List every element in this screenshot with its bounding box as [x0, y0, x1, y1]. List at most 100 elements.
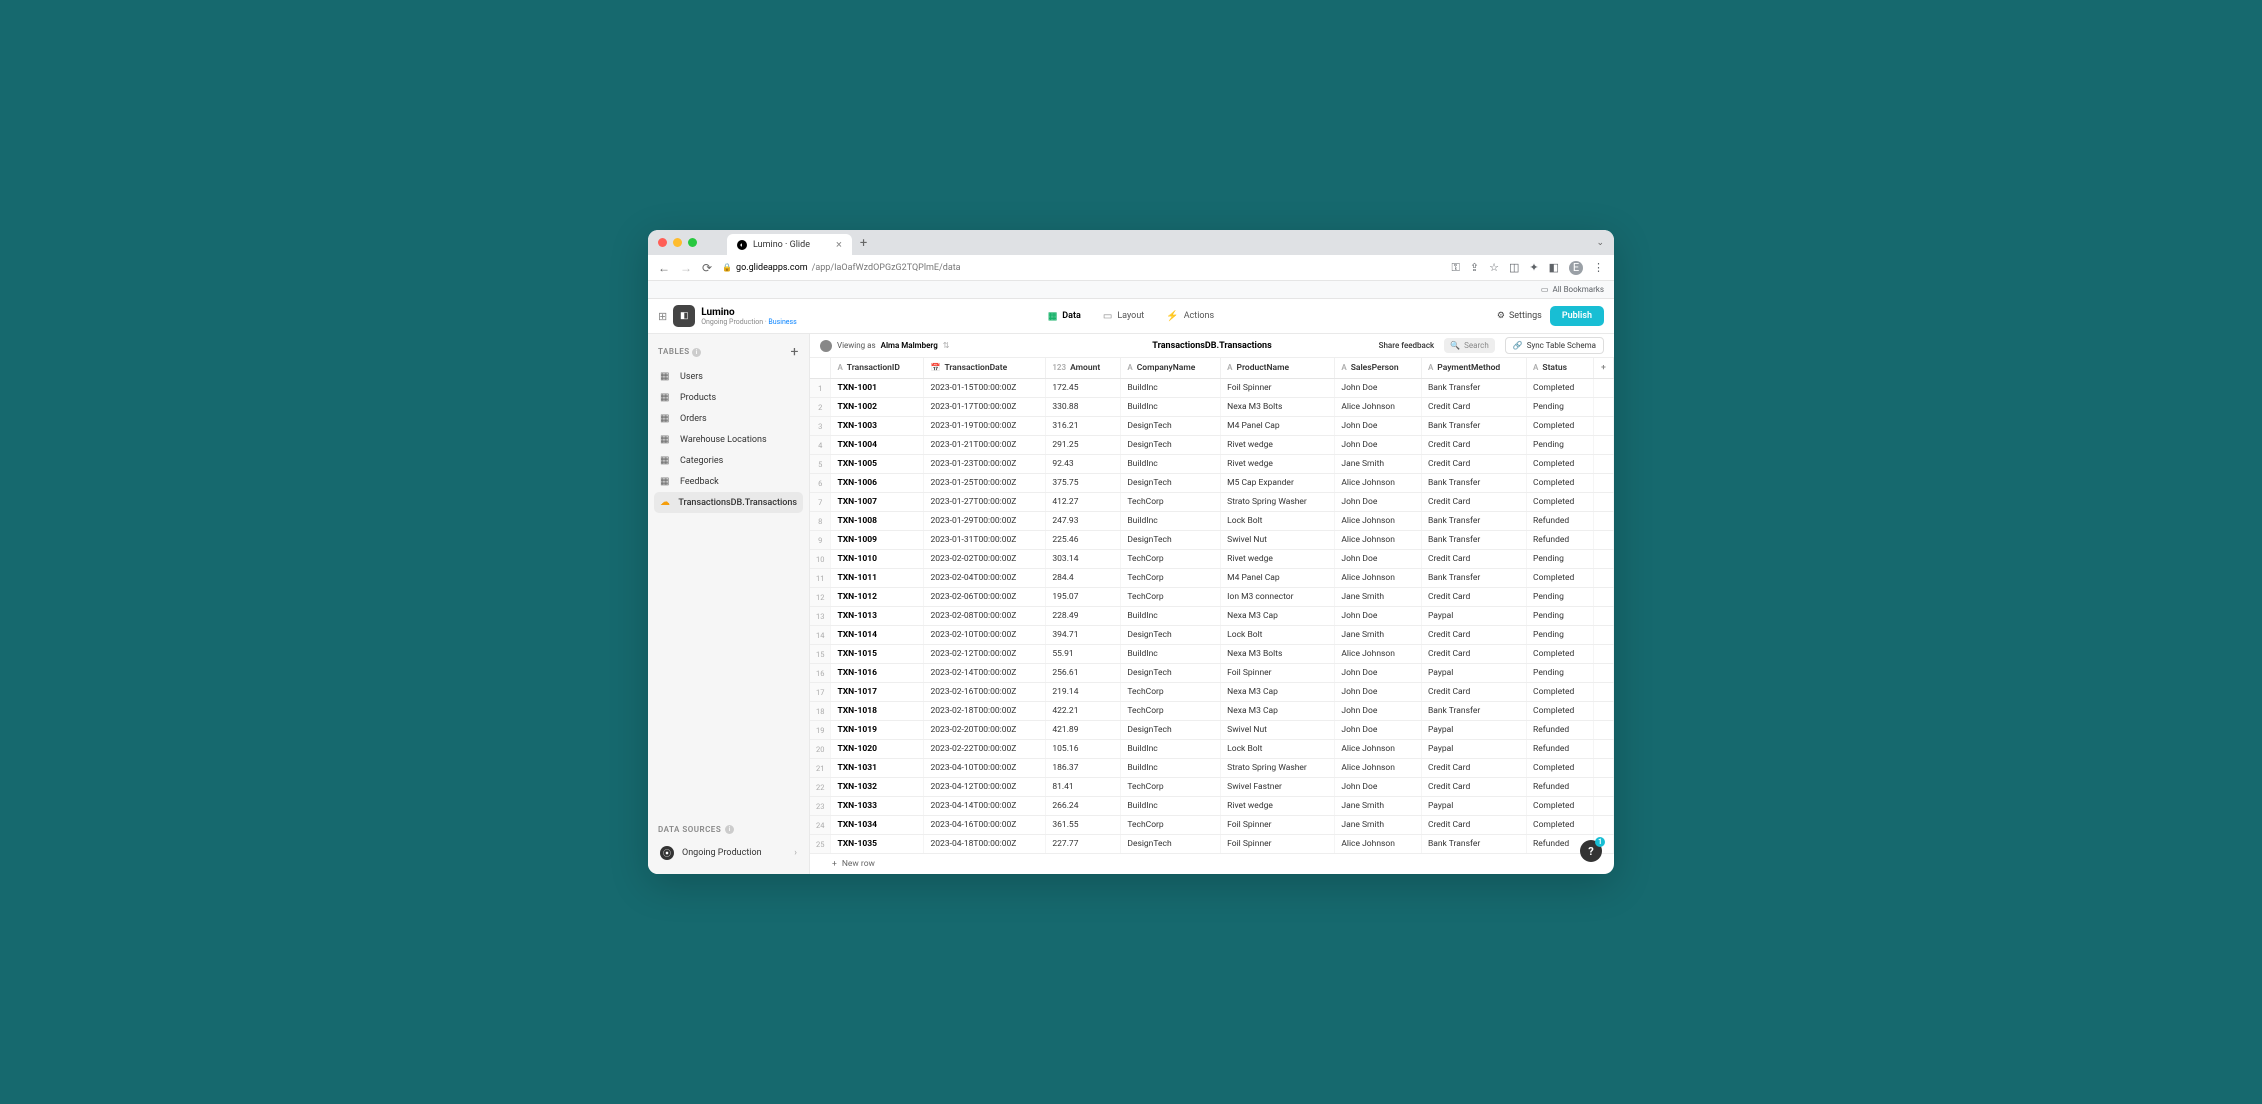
- info-icon[interactable]: i: [692, 348, 701, 357]
- cell[interactable]: BuildInc: [1121, 455, 1221, 474]
- profile-avatar[interactable]: E: [1569, 261, 1583, 275]
- cell[interactable]: 361.55: [1046, 816, 1121, 835]
- cell[interactable]: 186.37: [1046, 759, 1121, 778]
- cell[interactable]: Foil Spinner: [1221, 816, 1335, 835]
- cell[interactable]: Completed: [1527, 702, 1594, 721]
- cell[interactable]: Rivet wedge: [1221, 797, 1335, 816]
- cell[interactable]: 2023-02-10T00:00:00Z: [924, 626, 1046, 645]
- back-button[interactable]: ←: [658, 261, 670, 275]
- cell[interactable]: Pending: [1527, 436, 1594, 455]
- cell[interactable]: 2023-04-18T00:00:00Z: [924, 835, 1046, 854]
- tab-actions[interactable]: ⚡Actions: [1156, 306, 1224, 327]
- cell[interactable]: Nexa M3 Cap: [1221, 702, 1335, 721]
- cell[interactable]: 421.89: [1046, 721, 1121, 740]
- cell[interactable]: TXN-1018: [831, 702, 924, 721]
- cell[interactable]: John Doe: [1335, 664, 1422, 683]
- cell[interactable]: Rivet wedge: [1221, 550, 1335, 569]
- sidebar-item[interactable]: ▦Warehouse Locations: [654, 429, 803, 450]
- cell[interactable]: BuildInc: [1121, 740, 1221, 759]
- cell[interactable]: 2023-04-14T00:00:00Z: [924, 797, 1046, 816]
- cell[interactable]: 2023-01-31T00:00:00Z: [924, 531, 1046, 550]
- cell[interactable]: Swivel Fastner: [1221, 778, 1335, 797]
- cell[interactable]: Jane Smith: [1335, 455, 1422, 474]
- cell[interactable]: Pending: [1527, 398, 1594, 417]
- cell[interactable]: Paypal: [1421, 740, 1526, 759]
- cell[interactable]: DesignTech: [1121, 417, 1221, 436]
- bookmark-icon[interactable]: ☆: [1489, 261, 1499, 274]
- add-column-button[interactable]: +: [1594, 358, 1614, 379]
- cell[interactable]: 2023-01-19T00:00:00Z: [924, 417, 1046, 436]
- cell[interactable]: 291.25: [1046, 436, 1121, 455]
- table-row[interactable]: 8TXN-10082023-01-29T00:00:00Z247.93Build…: [810, 512, 1614, 531]
- cell[interactable]: 2023-02-12T00:00:00Z: [924, 645, 1046, 664]
- cell[interactable]: 2023-04-10T00:00:00Z: [924, 759, 1046, 778]
- cell[interactable]: DesignTech: [1121, 436, 1221, 455]
- cell[interactable]: TechCorp: [1121, 569, 1221, 588]
- cell[interactable]: DesignTech: [1121, 474, 1221, 493]
- cell[interactable]: Nexa M3 Bolts: [1221, 398, 1335, 417]
- data-source-item[interactable]: ⦿ Ongoing Production ›: [654, 840, 803, 866]
- cell[interactable]: TXN-1002: [831, 398, 924, 417]
- cell[interactable]: Pending: [1527, 550, 1594, 569]
- cell[interactable]: Strato Spring Washer: [1221, 759, 1335, 778]
- cell[interactable]: John Doe: [1335, 550, 1422, 569]
- share-feedback-link[interactable]: Share feedback: [1379, 341, 1435, 350]
- cell[interactable]: John Doe: [1335, 493, 1422, 512]
- tab-data[interactable]: ▦Data: [1038, 306, 1091, 327]
- sidebar-item[interactable]: ▦Users: [654, 366, 803, 387]
- table-row[interactable]: 5TXN-10052023-01-23T00:00:00Z92.43BuildI…: [810, 455, 1614, 474]
- cell[interactable]: TXN-1011: [831, 569, 924, 588]
- cell[interactable]: Bank Transfer: [1421, 379, 1526, 398]
- cell[interactable]: Completed: [1527, 417, 1594, 436]
- cell[interactable]: DesignTech: [1121, 664, 1221, 683]
- share-icon[interactable]: ⇪: [1470, 261, 1479, 274]
- cell[interactable]: 2023-02-16T00:00:00Z: [924, 683, 1046, 702]
- cell[interactable]: Alice Johnson: [1335, 531, 1422, 550]
- cell[interactable]: Refunded: [1527, 721, 1594, 740]
- tab-layout[interactable]: ▭Layout: [1093, 306, 1154, 327]
- cell[interactable]: BuildInc: [1121, 607, 1221, 626]
- cell[interactable]: Jane Smith: [1335, 797, 1422, 816]
- cell[interactable]: 195.07: [1046, 588, 1121, 607]
- cell[interactable]: TXN-1008: [831, 512, 924, 531]
- cell[interactable]: 219.14: [1046, 683, 1121, 702]
- cell[interactable]: Bank Transfer: [1421, 531, 1526, 550]
- cell[interactable]: Paypal: [1421, 721, 1526, 740]
- cell[interactable]: TXN-1013: [831, 607, 924, 626]
- cell[interactable]: Paypal: [1421, 797, 1526, 816]
- reload-button[interactable]: ⟳: [702, 261, 712, 275]
- info-icon[interactable]: i: [725, 825, 734, 834]
- all-bookmarks-button[interactable]: ▭ All Bookmarks: [1541, 285, 1604, 294]
- cell[interactable]: 2023-02-06T00:00:00Z: [924, 588, 1046, 607]
- cell[interactable]: 2023-04-16T00:00:00Z: [924, 816, 1046, 835]
- column-header[interactable]: AStatus: [1527, 358, 1594, 379]
- table-row[interactable]: 15TXN-10152023-02-12T00:00:00Z55.91Build…: [810, 645, 1614, 664]
- cell[interactable]: Paypal: [1421, 664, 1526, 683]
- maximize-window-icon[interactable]: [688, 238, 697, 247]
- cell[interactable]: 303.14: [1046, 550, 1121, 569]
- table-row[interactable]: 4TXN-10042023-01-21T00:00:00Z291.25Desig…: [810, 436, 1614, 455]
- cell[interactable]: Bank Transfer: [1421, 474, 1526, 493]
- cell[interactable]: 2023-01-23T00:00:00Z: [924, 455, 1046, 474]
- cell[interactable]: John Doe: [1335, 778, 1422, 797]
- cell[interactable]: TXN-1020: [831, 740, 924, 759]
- cell[interactable]: 2023-02-14T00:00:00Z: [924, 664, 1046, 683]
- cell[interactable]: Strato Spring Washer: [1221, 493, 1335, 512]
- cell[interactable]: Jane Smith: [1335, 816, 1422, 835]
- cell[interactable]: Swivel Nut: [1221, 531, 1335, 550]
- cell[interactable]: BuildInc: [1121, 645, 1221, 664]
- tabs-overflow-icon[interactable]: ⌄: [1596, 238, 1604, 248]
- cell[interactable]: 247.93: [1046, 512, 1121, 531]
- cell[interactable]: Lock Bolt: [1221, 740, 1335, 759]
- sidepanel-icon[interactable]: ◧: [1549, 261, 1559, 274]
- tab-close-icon[interactable]: ×: [836, 238, 842, 251]
- cell[interactable]: Credit Card: [1421, 645, 1526, 664]
- column-header[interactable]: ASalesPerson: [1335, 358, 1422, 379]
- cell[interactable]: John Doe: [1335, 683, 1422, 702]
- cell[interactable]: DesignTech: [1121, 626, 1221, 645]
- cell[interactable]: Alice Johnson: [1335, 398, 1422, 417]
- cell[interactable]: TXN-1001: [831, 379, 924, 398]
- table-row[interactable]: 11TXN-10112023-02-04T00:00:00Z284.4TechC…: [810, 569, 1614, 588]
- cell[interactable]: DesignTech: [1121, 721, 1221, 740]
- cell[interactable]: 2023-01-27T00:00:00Z: [924, 493, 1046, 512]
